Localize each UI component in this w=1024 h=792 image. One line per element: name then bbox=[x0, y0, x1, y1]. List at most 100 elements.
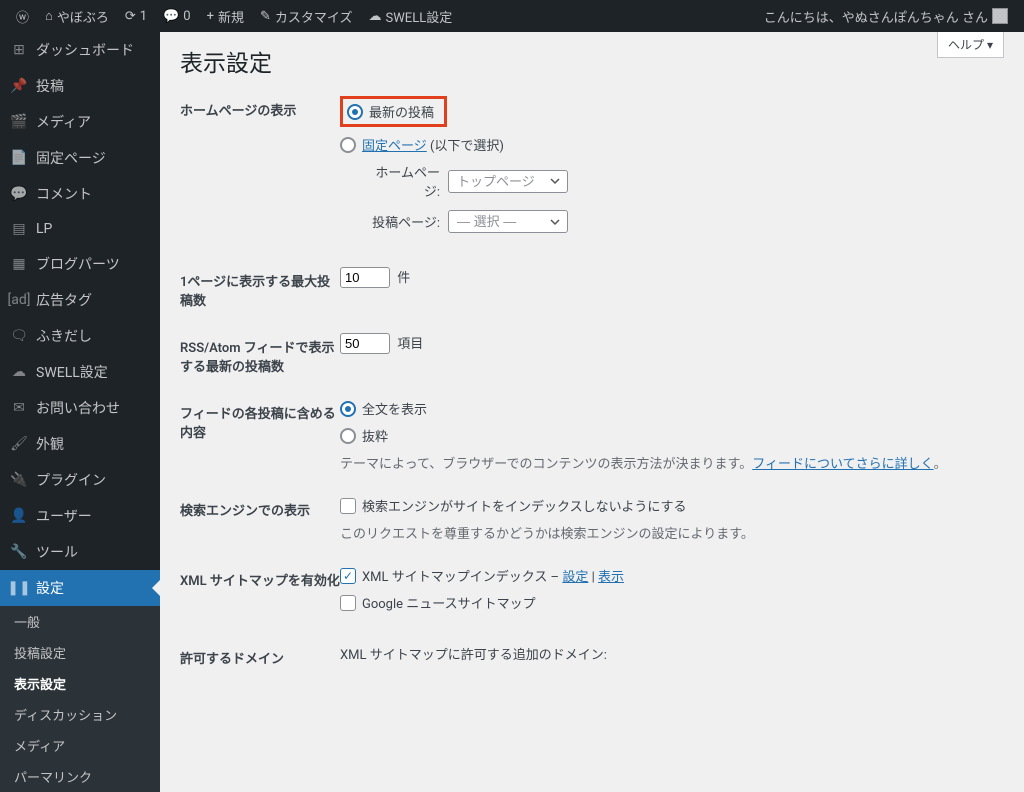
posts-page-select[interactable]: — 選択 — bbox=[448, 210, 568, 233]
sidebar-item-pin[interactable]: 📌 投稿 bbox=[0, 68, 160, 104]
sidebar-item-label: 外観 bbox=[36, 434, 64, 454]
sitemap-label: XML サイトマップを有効化 bbox=[180, 566, 340, 589]
sidebar-item-label: ダッシュボード bbox=[36, 40, 134, 60]
sidebar-item-label: SWELL設定 bbox=[36, 362, 108, 382]
radio-feed-full-label: 全文を表示 bbox=[362, 399, 427, 418]
swell-icon: ☁ bbox=[369, 9, 382, 24]
feed-items-label: RSS/Atom フィードで表示する最新の投稿数 bbox=[180, 333, 340, 375]
sidebar-item-media[interactable]: 🎬 メディア bbox=[0, 104, 160, 140]
sidebar-item-label: 広告タグ bbox=[36, 290, 92, 310]
radio-static-page[interactable] bbox=[340, 137, 356, 153]
sidebar-sub-item[interactable]: メディア bbox=[0, 730, 160, 761]
radio-latest-posts[interactable] bbox=[347, 104, 363, 120]
sidebar-item-label: コメント bbox=[36, 184, 92, 204]
user-icon: 👤 bbox=[10, 507, 28, 525]
sidebar-item-label: ツール bbox=[36, 542, 78, 562]
sidebar-item-brush[interactable]: 🖌外観 bbox=[0, 426, 160, 462]
feed-items-input[interactable] bbox=[340, 333, 390, 354]
user-greeting[interactable]: こんにちは、やぬさんぽんちゃん さん bbox=[756, 0, 1016, 32]
sidebar-item-dashboard[interactable]: ⊞ ダッシュボード bbox=[0, 32, 160, 68]
brush-icon: ✎ bbox=[260, 9, 271, 24]
new-content[interactable]: +新規 bbox=[199, 0, 252, 32]
sidebar-item-label: 設定 bbox=[36, 578, 64, 598]
homepage-select[interactable]: トップページ bbox=[448, 170, 568, 193]
customize-toolbar[interactable]: ✎カスタマイズ bbox=[252, 0, 361, 32]
latest-posts-option-highlight: 最新の投稿 bbox=[340, 96, 447, 127]
mail-icon: ✉ bbox=[10, 399, 28, 417]
admin-toolbar: ⓦ ⌂やぼぶろ ⟳1 💬0 +新規 ✎カスタマイズ ☁SWELL設定 こんにちは… bbox=[0, 0, 1024, 32]
checkbox-noindex-label: 検索エンジンがサイトをインデックスしないようにする bbox=[362, 496, 686, 515]
radio-latest-posts-label: 最新の投稿 bbox=[369, 102, 434, 121]
sidebar-item-bubble[interactable]: 🗨ふきだし bbox=[0, 318, 160, 354]
wordpress-icon: ⓦ bbox=[16, 7, 29, 26]
sidebar-item-label: お問い合わせ bbox=[36, 398, 120, 418]
posts-per-page-label: 1ページに表示する最大投稿数 bbox=[180, 267, 340, 309]
bubble-icon: 🗨 bbox=[10, 327, 28, 345]
sidebar-item-lp[interactable]: ▤LP bbox=[0, 212, 160, 246]
ad-icon: [ad] bbox=[10, 291, 28, 309]
feed-content-label: フィードの各投稿に含める内容 bbox=[180, 399, 340, 441]
posts-per-page-input[interactable] bbox=[340, 267, 390, 288]
checkbox-news-sitemap[interactable] bbox=[340, 595, 356, 611]
tool-icon: 🔧 bbox=[10, 543, 28, 561]
help-tab[interactable]: ヘルプ ▾ bbox=[937, 32, 1004, 58]
sidebar-item-settings[interactable]: ❚❚ 設定 bbox=[0, 570, 160, 606]
toolbar-right: こんにちは、やぬさんぽんちゃん さん bbox=[756, 0, 1016, 32]
sidebar-sub-item[interactable]: ディスカッション bbox=[0, 699, 160, 730]
sidebar-sub-item[interactable]: 一般 bbox=[0, 606, 160, 637]
posts-per-page-suffix: 件 bbox=[397, 271, 410, 286]
toolbar-left: ⓦ ⌂やぼぶろ ⟳1 💬0 +新規 ✎カスタマイズ ☁SWELL設定 bbox=[8, 0, 460, 32]
radio-feed-summary[interactable] bbox=[340, 428, 356, 444]
settings-icon: ❚❚ bbox=[10, 579, 28, 597]
sidebar-item-label: ユーザー bbox=[36, 506, 92, 526]
sidebar-item-label: 投稿 bbox=[36, 76, 64, 96]
avatar bbox=[992, 8, 1008, 24]
plugin-icon: 🔌 bbox=[10, 471, 28, 489]
feed-learn-more-link[interactable]: フィードについてさらに詳しく bbox=[752, 457, 933, 472]
sidebar-item-mail[interactable]: ✉ お問い合わせ bbox=[0, 390, 160, 426]
swell-toolbar[interactable]: ☁SWELL設定 bbox=[361, 0, 461, 32]
sidebar-item-label: プラグイン bbox=[36, 470, 106, 490]
sidebar-item-page[interactable]: 📄固定ページ bbox=[0, 140, 160, 176]
dashboard-icon: ⊞ bbox=[10, 41, 28, 59]
feed-items-suffix: 項目 bbox=[397, 337, 423, 352]
feed-content-desc: テーマによって、ブラウザーでのコンテンツの表示方法が決まります。フィードについて… bbox=[340, 453, 1004, 472]
sidebar-item-comment[interactable]: 💬 コメント bbox=[0, 176, 160, 212]
pin-icon: 📌 bbox=[10, 77, 28, 95]
static-page-link[interactable]: 固定ページ bbox=[362, 139, 427, 154]
homepage-display-label: ホームページの表示 bbox=[180, 96, 340, 119]
comment-icon: 💬 bbox=[10, 185, 28, 203]
checkbox-noindex[interactable] bbox=[340, 498, 356, 514]
lp-icon: ▤ bbox=[10, 220, 28, 238]
parts-icon: ▦ bbox=[10, 255, 28, 273]
checkbox-sitemap-index[interactable]: ✓ bbox=[340, 568, 356, 584]
sidebar-sub-item[interactable]: パーマリンク bbox=[0, 761, 160, 792]
sidebar-sub-item[interactable]: 投稿設定 bbox=[0, 637, 160, 668]
media-icon: 🎬 bbox=[10, 113, 28, 131]
comments-toolbar[interactable]: 💬0 bbox=[155, 0, 199, 32]
posts-page-select-label: 投稿ページ: bbox=[362, 212, 440, 231]
sitemap-settings-link[interactable]: 設定 bbox=[562, 570, 588, 585]
search-engines-label: 検索エンジンでの表示 bbox=[180, 496, 340, 519]
sidebar-sub-item[interactable]: 表示設定 bbox=[0, 668, 160, 699]
wp-logo[interactable]: ⓦ bbox=[8, 0, 37, 32]
static-page-suffix: (以下で選択) bbox=[427, 139, 504, 154]
content-area: ヘルプ ▾ 表示設定 ホームページの表示 最新の投稿 固定ページ (以下で選択) bbox=[160, 32, 1024, 792]
sidebar-item-label: メディア bbox=[36, 112, 91, 132]
site-name[interactable]: ⌂やぼぶろ bbox=[37, 0, 117, 32]
sidebar-item-label: ブログパーツ bbox=[36, 254, 120, 274]
sidebar-item-parts[interactable]: ▦ ブログパーツ bbox=[0, 246, 160, 282]
sidebar-item-ad[interactable]: [ad] 広告タグ bbox=[0, 282, 160, 318]
settings-submenu: 一般投稿設定表示設定ディスカッションメディアパーマリンク bbox=[0, 606, 160, 792]
swell-icon: ☁ bbox=[10, 363, 28, 381]
updates[interactable]: ⟳1 bbox=[117, 0, 155, 32]
radio-feed-full[interactable] bbox=[340, 401, 356, 417]
sidebar-item-plugin[interactable]: 🔌 プラグイン bbox=[0, 462, 160, 498]
sitemap-view-link[interactable]: 表示 bbox=[598, 570, 624, 585]
sidebar-item-user[interactable]: 👤 ユーザー bbox=[0, 498, 160, 534]
search-engines-desc: このリクエストを尊重するかどうかは検索エンジンの設定によります。 bbox=[340, 523, 1004, 542]
page-icon: 📄 bbox=[10, 149, 28, 167]
sidebar-item-tool[interactable]: 🔧 ツール bbox=[0, 534, 160, 570]
sidebar-item-swell[interactable]: ☁ SWELL設定 bbox=[0, 354, 160, 390]
comment-icon: 💬 bbox=[163, 9, 179, 24]
